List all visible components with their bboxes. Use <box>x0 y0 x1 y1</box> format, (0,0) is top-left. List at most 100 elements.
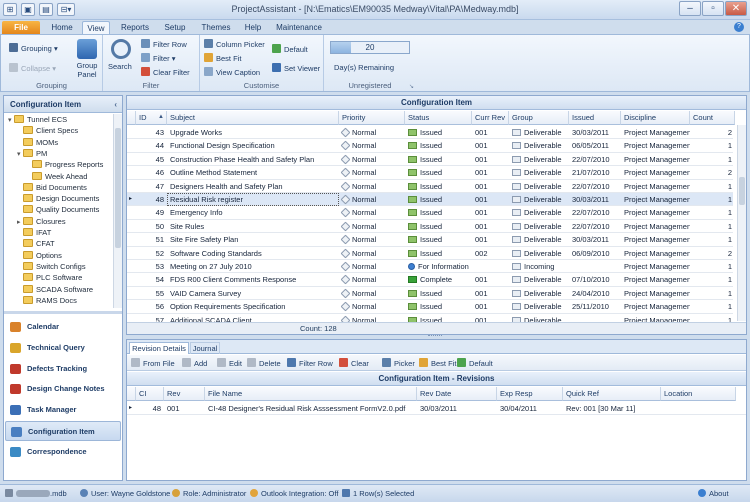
table-row[interactable]: 54 FDS R00 Client Comments Response Normal… <box>127 273 733 287</box>
column-header-priority[interactable]: Priority <box>339 111 405 125</box>
grid-scroll-thumb[interactable] <box>739 177 745 205</box>
default-button[interactable]: Default <box>272 44 308 55</box>
table-row[interactable]: ▸ 48 Residual Risk register Normal Issued 001… <box>127 193 733 207</box>
tab-reports[interactable]: Reports <box>116 21 154 34</box>
nav-calendar[interactable]: Calendar <box>5 317 121 337</box>
clear-button[interactable]: Clear <box>339 358 369 369</box>
table-row[interactable]: 56 Option Requirements Specification Norma… <box>127 300 733 314</box>
column-header-exp-resp[interactable]: Exp Resp <box>497 387 563 401</box>
tree-node[interactable]: SCADA Software <box>17 284 93 295</box>
collapse-panel-icon[interactable]: ‹ <box>114 96 117 113</box>
row-indicator[interactable] <box>127 126 136 139</box>
nav-technical-query[interactable]: Technical Query <box>5 338 121 358</box>
tree-node[interactable]: Bid Documents <box>17 182 87 193</box>
maximize-button[interactable]: ▫ <box>702 1 724 16</box>
view-caption-button[interactable]: View Caption <box>204 67 260 78</box>
column-header-group[interactable]: Group <box>509 111 569 125</box>
row-indicator[interactable]: ▸ <box>127 193 136 206</box>
set-viewer-button[interactable]: Set Viewer <box>272 63 320 74</box>
tab-file[interactable]: File <box>2 21 40 34</box>
tree-node[interactable]: MOMs <box>17 137 58 148</box>
detail-splitter[interactable] <box>428 335 442 338</box>
row-indicator[interactable] <box>127 233 136 246</box>
collapse-dropdown-button[interactable]: Collapse ▾ <box>9 63 56 74</box>
row-indicator[interactable] <box>127 153 136 166</box>
about-button[interactable]: About <box>698 488 729 499</box>
from-file-button[interactable]: From File <box>131 358 175 369</box>
row-indicator[interactable] <box>127 247 136 260</box>
column-header-subject[interactable]: Subject <box>167 111 339 125</box>
nav-design-change-notes[interactable]: Design Change Notes <box>5 379 121 399</box>
column-header-status[interactable]: Status <box>405 111 472 125</box>
best-fit-button[interactable]: Best Fit <box>204 53 241 64</box>
table-row[interactable]: 43 Upgrade Works Normal Issued 001 Deliverabl… <box>127 126 733 140</box>
table-row[interactable]: 49 Emergency Info Normal Issued 001 Deliverab… <box>127 206 733 220</box>
row-indicator[interactable] <box>127 206 136 219</box>
row-indicator[interactable] <box>127 220 136 233</box>
tree-scrollbar[interactable] <box>113 114 122 308</box>
tree-node[interactable]: Client Specs <box>17 125 78 136</box>
tab-revision-details[interactable]: Revision Details <box>129 342 189 354</box>
clear-filter-button[interactable]: Clear Filter <box>141 67 190 78</box>
row-indicator[interactable]: ▸ <box>127 402 136 415</box>
tree-node[interactable]: Progress Reports <box>26 159 103 170</box>
column-header-discipline[interactable]: Discipline <box>621 111 690 125</box>
table-row[interactable]: 52 Software Coding Standards Normal Issued 0… <box>127 247 733 260</box>
nav-defects-tracking[interactable]: Defects Tracking <box>5 359 121 379</box>
tree-node[interactable]: Design Documents <box>17 193 99 204</box>
grouping-dropdown-button[interactable]: Grouping ▾ <box>9 43 58 54</box>
row-indicator[interactable] <box>127 260 136 273</box>
column-header-file-name[interactable]: File Name <box>205 387 417 401</box>
table-row[interactable]: 55 VAID Camera Survey Normal Issued 001 Deliv… <box>127 287 733 301</box>
table-row[interactable]: 45 Construction Phase Health and Safety P… <box>127 153 733 167</box>
column-header-ci[interactable]: CI <box>136 387 164 401</box>
edit-button[interactable]: Edit <box>217 358 242 369</box>
tree-node[interactable]: ▾ PM <box>17 148 47 160</box>
nav-task-manager[interactable]: Task Manager <box>5 400 121 420</box>
tab-maintenance[interactable]: Maintenance <box>274 21 324 34</box>
row-indicator[interactable] <box>127 273 136 286</box>
tab-view[interactable]: View <box>82 21 110 34</box>
default-button[interactable]: Default <box>457 358 493 369</box>
tab-themes[interactable]: Themes <box>198 21 234 34</box>
minimize-button[interactable]: – <box>679 1 701 16</box>
close-button[interactable]: ✕ <box>725 1 747 16</box>
row-indicator[interactable] <box>127 139 136 152</box>
column-header-rev[interactable]: Rev <box>164 387 205 401</box>
table-row[interactable]: 44 Functional Design Specification Normal I… <box>127 139 733 153</box>
table-row[interactable]: 51 Site Fire Safety Plan Normal Issued 001 De… <box>127 233 733 247</box>
row-indicator[interactable] <box>127 180 136 193</box>
revision-row[interactable]: ▸ 48 001 CI-48 Designer's Residual Risk Ass… <box>127 402 746 416</box>
tab-journal[interactable]: Journal <box>190 342 220 354</box>
filter-row-button[interactable]: Filter Row <box>287 358 333 369</box>
nav-configuration-item[interactable]: Configuration Item <box>5 421 121 441</box>
column-picker-button[interactable]: Column Picker <box>204 39 265 50</box>
delete-button[interactable]: Delete <box>247 358 281 369</box>
column-header-rev-date[interactable]: Rev Date <box>417 387 497 401</box>
tree-scroll-thumb[interactable] <box>115 128 121 248</box>
table-row[interactable]: 53 Meeting on 27 July 2010 Normal For Infor… <box>127 260 733 274</box>
tab-help[interactable]: Help <box>240 21 266 34</box>
column-header-quick-ref[interactable]: Quick Ref <box>563 387 661 401</box>
nav-correspondence[interactable]: Correspondence <box>5 442 121 462</box>
column-header-issued[interactable]: Issued <box>569 111 621 125</box>
tree-node[interactable]: PLC Software <box>17 272 82 283</box>
row-indicator[interactable] <box>127 166 136 179</box>
tree-node[interactable]: Options <box>17 250 62 261</box>
add-button[interactable]: Add <box>182 358 207 369</box>
group-panel-button[interactable]: Group Panel <box>73 61 101 79</box>
dialog-launcher-icon[interactable]: ↘ <box>409 83 414 90</box>
table-row[interactable]: 46 Outline Method Statement Normal Issued 00… <box>127 166 733 180</box>
tree-node[interactable]: IFAT <box>17 227 51 238</box>
column-header-count[interactable]: Count <box>690 111 735 125</box>
filter-dropdown-button[interactable]: Filter ▾ <box>141 53 176 64</box>
filter-row-button[interactable]: Filter Row <box>141 39 187 50</box>
row-indicator[interactable] <box>127 287 136 300</box>
table-row[interactable]: 47 Designers Health and Safety Plan Normal… <box>127 180 733 193</box>
nav-splitter[interactable] <box>4 311 122 314</box>
search-button[interactable]: Search <box>108 62 132 72</box>
tree-node[interactable]: RAMS Docs <box>17 295 77 306</box>
help-icon[interactable]: ? <box>734 22 744 32</box>
best-fit-button[interactable]: Best Fit <box>419 358 456 369</box>
column-header-location[interactable]: Location <box>661 387 736 401</box>
